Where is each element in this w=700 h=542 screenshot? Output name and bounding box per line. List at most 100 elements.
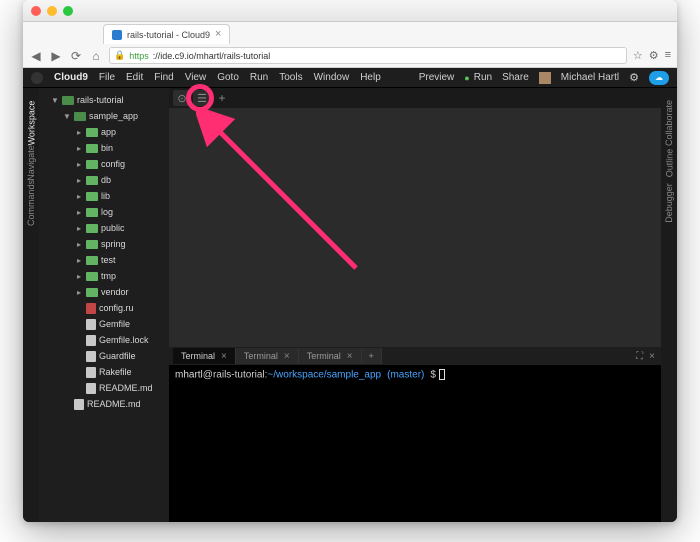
tab-close-icon[interactable]: ×: [215, 29, 221, 40]
file-icon: [74, 399, 84, 410]
browser-menu-button[interactable]: ≡: [665, 49, 671, 62]
new-tab-button[interactable]: +: [213, 90, 231, 106]
prompt-user: mhartl: [175, 370, 203, 381]
tree-folder[interactable]: ▸spring: [39, 236, 169, 252]
folder-icon: [86, 128, 98, 137]
folder-icon: [86, 224, 98, 233]
right-rail: Collaborate Outline Debugger: [661, 88, 677, 522]
run-label: Run: [474, 72, 492, 83]
menu-tools[interactable]: Tools: [279, 72, 302, 83]
share-button[interactable]: Share: [502, 72, 529, 83]
url-path: ://ide.c9.io/mhartl/rails-tutorial: [153, 51, 271, 61]
tree-folder[interactable]: ▸log: [39, 204, 169, 220]
forward-button[interactable]: ▶: [49, 49, 63, 63]
tree-file[interactable]: config.ru: [39, 300, 169, 316]
file-icon: [86, 367, 96, 378]
close-window-button[interactable]: [31, 6, 41, 16]
console-close-icon[interactable]: ×: [649, 351, 655, 362]
tree-folder[interactable]: ▸app: [39, 124, 169, 140]
tree-folder[interactable]: ▸vendor: [39, 284, 169, 300]
tree-folder[interactable]: ▸test: [39, 252, 169, 268]
file-icon: [86, 383, 96, 394]
browser-toolbar: ◀ ▶ ⟳ ⌂ 🔒 https://ide.c9.io/mhartl/rails…: [23, 44, 677, 68]
terminal-tab[interactable]: Terminal×: [236, 348, 299, 364]
avatar[interactable]: [539, 72, 551, 84]
terminal[interactable]: mhartl@rails-tutorial:~/workspace/sample…: [169, 365, 661, 522]
ide-menubar: Cloud9 File Edit Find View Goto Run Tool…: [23, 68, 677, 88]
tree-folder[interactable]: ▸db: [39, 172, 169, 188]
prompt-path: ~/workspace/sample_app: [267, 370, 381, 381]
prompt-host: rails-tutorial: [213, 370, 265, 381]
menu-run[interactable]: Run: [250, 72, 268, 83]
tree-file[interactable]: Gemfile.lock: [39, 332, 169, 348]
cursor: [439, 369, 445, 380]
url-bar[interactable]: 🔒 https://ide.c9.io/mhartl/rails-tutoria…: [109, 47, 627, 64]
tree-file[interactable]: README.md: [39, 380, 169, 396]
tree-folder[interactable]: ▸config: [39, 156, 169, 172]
console-expand-icon[interactable]: ⛶: [636, 351, 643, 362]
editor-tab-button[interactable]: ⊙: [173, 90, 191, 106]
file-tree: ▼rails-tutorial ▼sample_app ▸app ▸bin ▸c…: [39, 88, 169, 522]
menu-edit[interactable]: Edit: [126, 72, 143, 83]
rail-debugger[interactable]: Debugger: [664, 183, 674, 223]
menu-help[interactable]: Help: [360, 72, 381, 83]
folder-icon: [86, 144, 98, 153]
back-button[interactable]: ◀: [29, 49, 43, 63]
folder-icon: [86, 240, 98, 249]
tree-root[interactable]: ▼rails-tutorial: [39, 92, 169, 108]
rail-commands[interactable]: Commands: [26, 180, 36, 226]
file-icon: [86, 319, 96, 330]
ruby-file-icon: [86, 303, 96, 314]
console-tabs: Terminal× Terminal× Terminal× + ⛶ ×: [169, 347, 661, 365]
user-name[interactable]: Michael Hartl: [561, 72, 619, 83]
rail-collaborate[interactable]: Collaborate: [664, 100, 674, 146]
folder-icon: [86, 272, 98, 281]
settings-gear-icon[interactable]: ⚙: [629, 71, 639, 84]
tree-folder[interactable]: ▸bin: [39, 140, 169, 156]
editor-tabs: ⊙ ☰ +: [169, 88, 661, 108]
minimize-window-button[interactable]: [47, 6, 57, 16]
tree-file[interactable]: README.md: [39, 396, 169, 412]
rail-outline[interactable]: Outline: [664, 149, 674, 178]
zoom-window-button[interactable]: [63, 6, 73, 16]
new-terminal-button[interactable]: +: [362, 348, 382, 364]
tree-folder[interactable]: ▸public: [39, 220, 169, 236]
cloud9-status-icon[interactable]: ☁: [649, 71, 669, 85]
preview-button[interactable]: Preview: [419, 72, 455, 83]
close-icon[interactable]: ×: [347, 351, 353, 362]
home-button[interactable]: ⌂: [89, 49, 103, 63]
menu-file[interactable]: File: [99, 72, 115, 83]
terminal-tab[interactable]: Terminal×: [299, 348, 362, 364]
folder-icon: [86, 176, 98, 185]
tree-file[interactable]: Rakefile: [39, 364, 169, 380]
tree-file[interactable]: Guardfile: [39, 348, 169, 364]
rail-navigate[interactable]: Navigate: [26, 145, 36, 181]
editor-tab-button[interactable]: ☰: [193, 90, 211, 106]
tree-project[interactable]: ▼sample_app: [39, 108, 169, 124]
browser-tabstrip: rails-tutorial - Cloud9 ×: [23, 22, 677, 44]
tree-folder[interactable]: ▸tmp: [39, 268, 169, 284]
star-button[interactable]: ☆: [633, 49, 643, 62]
editor-area[interactable]: [169, 108, 661, 347]
run-button[interactable]: ●Run: [464, 72, 492, 83]
file-icon: [86, 335, 96, 346]
folder-icon: [86, 208, 98, 217]
browser-tab[interactable]: rails-tutorial - Cloud9 ×: [103, 24, 230, 44]
lock-icon: 🔒: [114, 50, 125, 61]
folder-icon: [86, 256, 98, 265]
reload-button[interactable]: ⟳: [69, 49, 83, 63]
extensions-gear-icon[interactable]: ⚙: [649, 49, 659, 62]
rail-workspace[interactable]: Workspace: [26, 101, 36, 146]
tree-folder[interactable]: ▸lib: [39, 188, 169, 204]
browser-tab-title: rails-tutorial - Cloud9: [127, 30, 210, 40]
tree-file[interactable]: Gemfile: [39, 316, 169, 332]
terminal-tab[interactable]: Terminal×: [173, 348, 236, 364]
close-icon[interactable]: ×: [221, 351, 227, 362]
menu-view[interactable]: View: [185, 72, 207, 83]
menu-find[interactable]: Find: [154, 72, 173, 83]
folder-icon: [62, 96, 74, 105]
ide: Cloud9 File Edit Find View Goto Run Tool…: [23, 68, 677, 522]
menu-goto[interactable]: Goto: [217, 72, 239, 83]
menu-window[interactable]: Window: [314, 72, 350, 83]
close-icon[interactable]: ×: [284, 351, 290, 362]
